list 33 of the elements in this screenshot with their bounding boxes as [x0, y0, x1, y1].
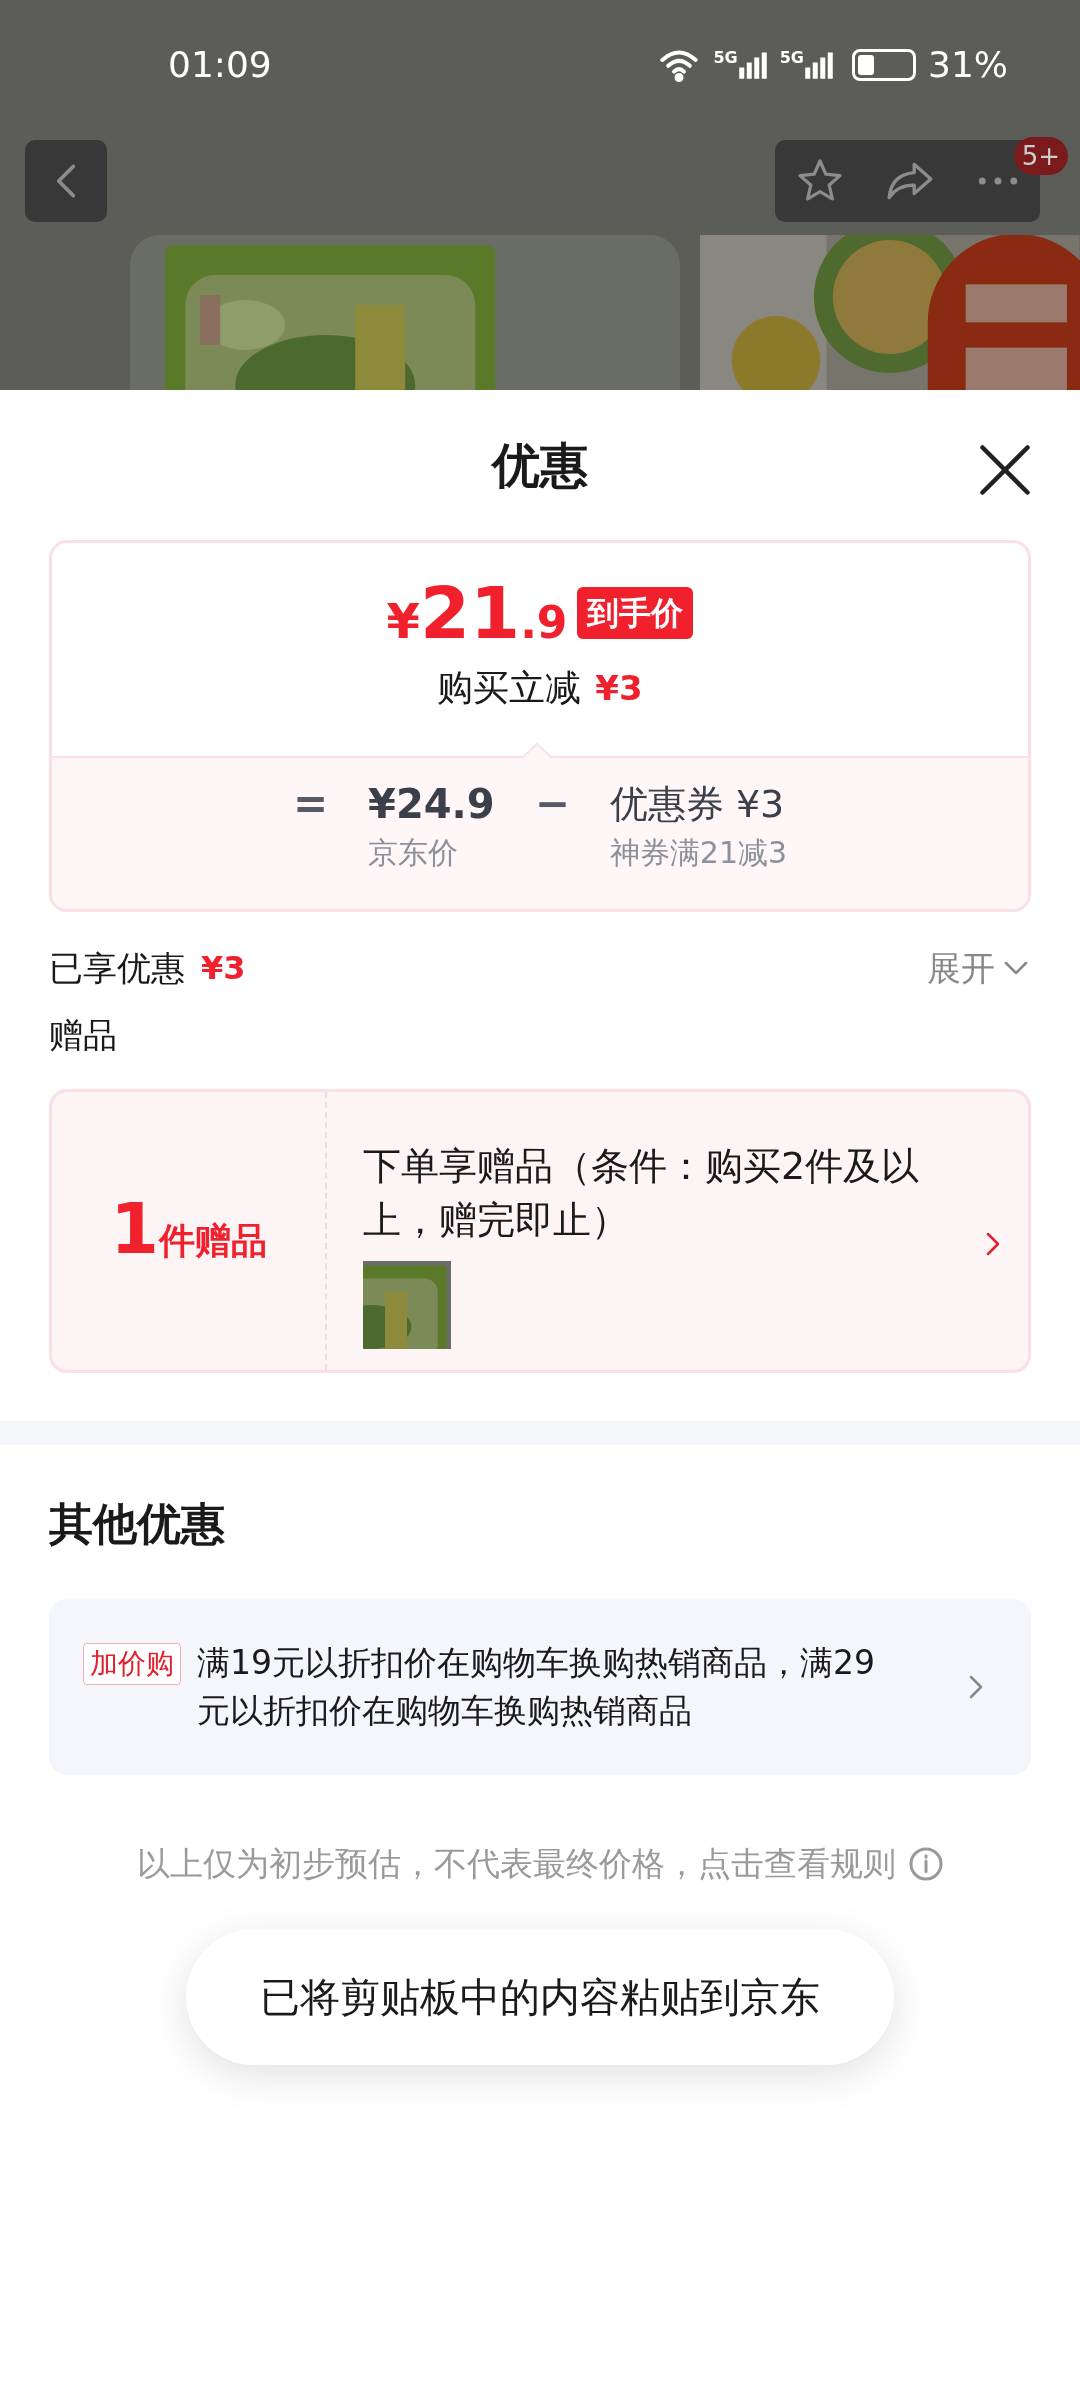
- instant-discount-label: 购买立减: [437, 666, 582, 710]
- notification-badge: 5+: [1013, 137, 1068, 175]
- minus-sign: −: [534, 778, 570, 830]
- instant-discount-amount: ¥3: [595, 666, 643, 710]
- sheet-title: 优惠: [492, 436, 588, 495]
- coupon-note: 神券满21减3: [609, 834, 788, 872]
- base-price: ¥24.9: [368, 780, 495, 829]
- network-label: 5G: [713, 50, 738, 66]
- expand-button[interactable]: 展开: [927, 942, 1031, 994]
- battery-percent: 31%: [928, 43, 1008, 87]
- final-price-tag: 到手价: [577, 587, 694, 639]
- back-button[interactable]: [25, 140, 107, 222]
- final-price: ¥21.9: [386, 577, 568, 649]
- info-icon[interactable]: [907, 1845, 944, 1882]
- equals-sign: =: [292, 778, 329, 830]
- offer-tag: 加价购: [83, 1643, 181, 1685]
- battery-icon: [852, 49, 916, 81]
- network-label: 5G: [779, 50, 804, 66]
- signal-icon: [804, 50, 834, 80]
- base-price-label: 京东价: [368, 834, 460, 872]
- status-time: 01:09: [168, 43, 272, 87]
- toast-message: 已将剪贴板中的内容粘贴到京东: [186, 1928, 894, 2065]
- gift-description: 下单享赠品（条件：购买2件及以上，赠完即止）: [363, 1143, 921, 1244]
- gift-count: 1件赠品: [110, 1194, 267, 1268]
- offer-card[interactable]: 加价购 满19元以折扣价在购物车换购热销商品，满29元以折扣价在购物车换购热销商品: [49, 1599, 1031, 1775]
- enjoyed-discount-label: 已享优惠: [49, 946, 185, 990]
- offer-text: 满19元以折扣价在购物车换购热销商品，满29元以折扣价在购物车换购热销商品: [197, 1642, 876, 1732]
- enjoyed-discount-amount: ¥3: [201, 948, 246, 989]
- other-heading: 其他优惠: [49, 1497, 226, 1551]
- coupon-title: 优惠券 ¥3: [609, 781, 786, 828]
- gift-card[interactable]: 1件赠品 下单享赠品（条件：购买2件及以上，赠完即止）: [49, 1089, 1031, 1373]
- signal-icon: [737, 50, 768, 80]
- gifts-heading: 赠品: [49, 1014, 118, 1057]
